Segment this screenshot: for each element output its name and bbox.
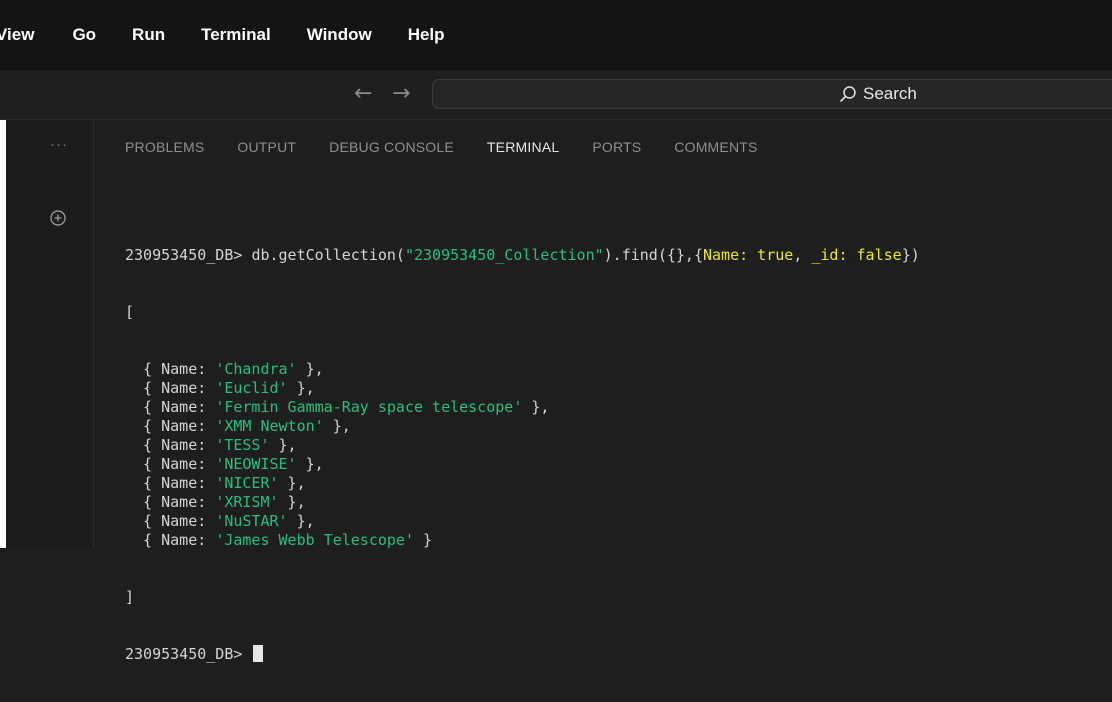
result-item: { Name: 'Euclid' },	[125, 379, 315, 397]
projection-id: _id: false	[811, 246, 902, 264]
result-value: 'NICER'	[215, 474, 279, 492]
title-bar: ← → Search	[0, 70, 1112, 120]
menu-help[interactable]: Help	[408, 25, 445, 45]
terminal-cursor	[253, 645, 264, 662]
result-item: { Name: 'XMM Newton' },	[125, 417, 351, 435]
menu-go[interactable]: Go	[72, 25, 96, 45]
arrow-left-icon[interactable]: ←	[354, 81, 372, 106]
result-item: { Name: 'TESS' },	[125, 436, 297, 454]
result-list: { Name: 'Chandra' }, { Name: 'Euclid' },…	[125, 360, 920, 550]
bottom-panel: PROBLEMS OUTPUT DEBUG CONSOLE TERMINAL P…	[95, 120, 1112, 663]
result-value: 'Fermin Gamma-Ray space telescope'	[215, 398, 523, 416]
tab-output[interactable]: OUTPUT	[237, 139, 296, 155]
plus-circle-icon[interactable]	[50, 210, 66, 231]
projection-name: Name: true	[703, 246, 794, 264]
result-item: { Name: 'Chandra' },	[125, 360, 324, 378]
result-value: 'NEOWISE'	[215, 455, 297, 473]
tab-ports[interactable]: PORTS	[592, 139, 641, 155]
window-edge	[0, 120, 6, 548]
command-line: 230953450_DB> db.getCollection("23095345…	[125, 246, 920, 264]
sidebar-strip	[0, 120, 94, 548]
terminal-output[interactable]: 230953450_DB> db.getCollection("23095345…	[125, 208, 920, 702]
result-value: 'XMM Newton'	[215, 417, 324, 435]
result-value: 'NuSTAR'	[215, 512, 288, 530]
panel-tabs: PROBLEMS OUTPUT DEBUG CONSOLE TERMINAL P…	[125, 139, 791, 155]
result-item: { Name: 'James Webb Telescope' }	[125, 531, 433, 549]
result-item: { Name: 'NuSTAR' },	[125, 512, 315, 530]
result-value: 'XRISM'	[215, 493, 279, 511]
prompt: 230953450_DB>	[125, 645, 252, 663]
result-item: { Name: 'NEOWISE' },	[125, 455, 324, 473]
tab-problems[interactable]: PROBLEMS	[125, 139, 204, 155]
command-center-search[interactable]: Search	[432, 79, 1112, 109]
menu-view[interactable]: View	[0, 25, 34, 45]
final-prompt-line: 230953450_DB>	[125, 645, 920, 664]
result-value: 'James Webb Telescope'	[215, 531, 414, 549]
open-bracket: [	[125, 303, 135, 321]
search-label: Search	[863, 84, 917, 103]
close-bracket: ]	[125, 588, 135, 606]
tab-debug-console[interactable]: DEBUG CONSOLE	[329, 139, 454, 155]
result-value: 'TESS'	[215, 436, 270, 454]
tab-comments[interactable]: COMMENTS	[674, 139, 757, 155]
tab-terminal[interactable]: TERMINAL	[487, 139, 559, 155]
result-value: 'Chandra'	[215, 360, 297, 378]
menu-bar: View Go Run Terminal Window Help	[0, 0, 1112, 70]
result-value: 'Euclid'	[215, 379, 288, 397]
ellipsis-icon[interactable]: ···	[50, 136, 68, 153]
result-item: { Name: 'NICER' },	[125, 474, 306, 492]
search-icon	[840, 86, 856, 102]
collection-arg: "230953450_Collection"	[404, 246, 604, 264]
result-item: { Name: 'XRISM' },	[125, 493, 306, 511]
menu-window[interactable]: Window	[307, 25, 372, 45]
menu-terminal[interactable]: Terminal	[201, 25, 271, 45]
prompt: 230953450_DB>	[125, 246, 252, 264]
arrow-right-icon[interactable]: →	[392, 81, 410, 106]
result-item: { Name: 'Fermin Gamma-Ray space telescop…	[125, 398, 550, 416]
menu-run[interactable]: Run	[132, 25, 165, 45]
